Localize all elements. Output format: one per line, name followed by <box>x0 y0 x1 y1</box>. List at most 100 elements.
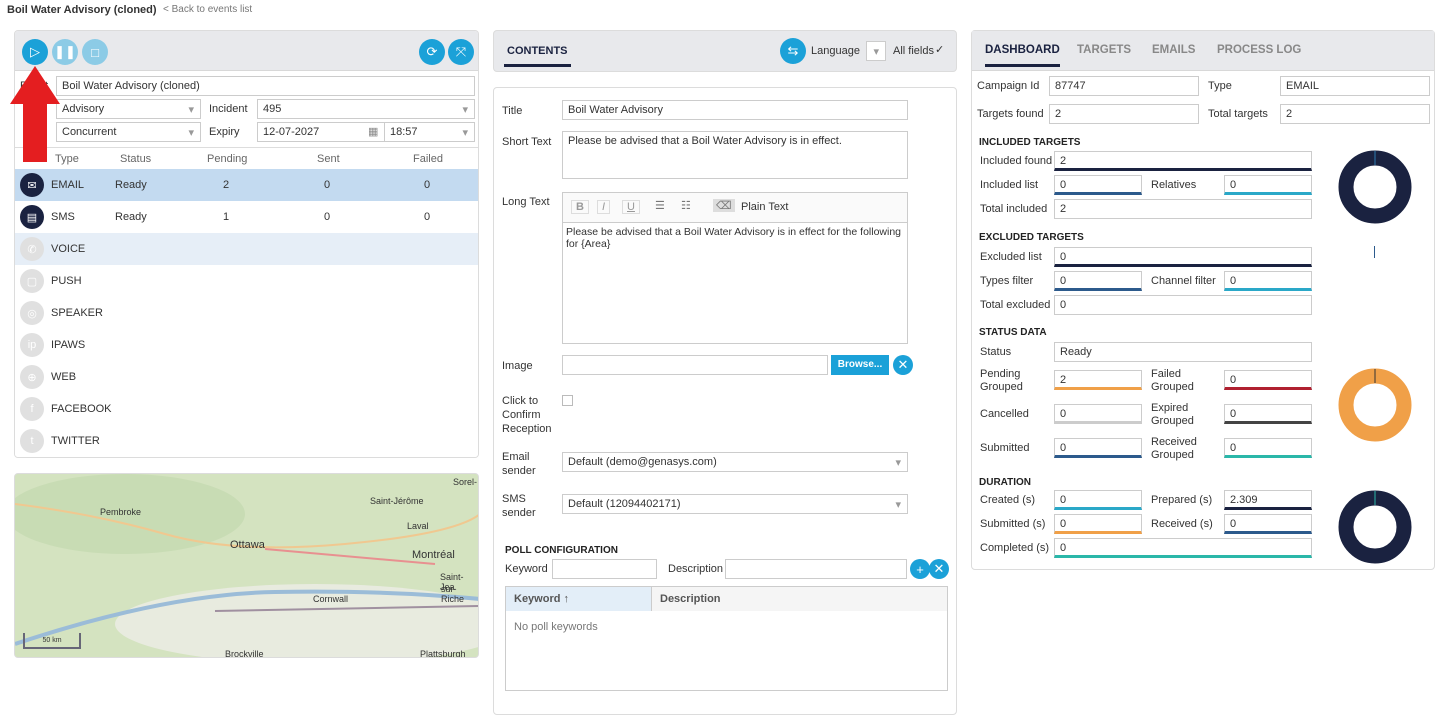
mode-select[interactable]: Concurrent <box>56 122 201 142</box>
relatives-label: Relatives <box>1151 179 1197 191</box>
refresh-button[interactable]: ⟳ <box>419 39 445 65</box>
completed-label: Completed (s) <box>980 542 1050 554</box>
keyword-input[interactable] <box>552 559 657 579</box>
channel-row[interactable]: t TWITTER <box>15 425 478 457</box>
type-select[interactable]: Advisory <box>56 99 201 119</box>
tab-dashboard[interactable]: DASHBOARD <box>985 44 1060 67</box>
poll-col-description[interactable]: Description <box>652 587 947 611</box>
expiry-label: Expiry <box>209 126 240 138</box>
italic-icon[interactable]: I <box>597 200 611 214</box>
plain-text-label[interactable]: Plain Text <box>741 201 789 213</box>
channel-row[interactable]: ⊕ WEB <box>15 361 478 393</box>
clear-image-button[interactable]: ✕ <box>893 355 913 375</box>
stop-button[interactable]: □ <box>82 39 108 65</box>
underline-icon[interactable]: U <box>622 200 640 214</box>
map-label: Sorel- <box>453 477 478 487</box>
play-button[interactable]: ▷ <box>22 39 48 65</box>
page-title: Boil Water Advisory (cloned) <box>7 4 157 16</box>
all-fields-check-icon[interactable]: ✓ <box>935 43 944 56</box>
tab-targets[interactable]: TARGETS <box>1077 44 1131 56</box>
types-filter-field: 0 <box>1054 271 1142 291</box>
tab-contents[interactable]: CONTENTS <box>504 45 571 67</box>
editor-toolbar: B I U ☰ ☷ ⌫ Plain Text <box>563 193 907 223</box>
received-grouped-field: 0 <box>1224 438 1312 458</box>
event-name-input[interactable]: Boil Water Advisory (cloned) <box>56 76 475 96</box>
dashboard-panel: DASHBOARD TARGETS EMAILS PROCESS LOG Cam… <box>971 30 1435 570</box>
all-fields-label[interactable]: All fields <box>893 45 934 57</box>
email-sender-select[interactable]: Default (demo@genasys.com) <box>562 452 908 472</box>
tab-process-log[interactable]: PROCESS LOG <box>1217 44 1301 56</box>
channel-row[interactable]: ◎ SPEAKER <box>15 297 478 329</box>
long-text-editor[interactable]: B I U ☰ ☷ ⌫ Plain Text Please be advised… <box>562 192 908 344</box>
add-keyword-button[interactable]: + <box>910 559 930 579</box>
pending-grouped-label: Pending Grouped <box>980 368 1023 393</box>
workflow-button[interactable]: ⤧ <box>448 39 474 65</box>
included-list-label: Included list <box>980 179 1039 191</box>
cancelled-label: Cancelled <box>980 408 1029 420</box>
language-select[interactable] <box>866 41 886 61</box>
confirm-checkbox[interactable] <box>562 395 573 406</box>
channel-row[interactable]: ▢ PUSH <box>15 265 478 297</box>
map[interactable]: Pembroke Saint-Jérôme Sorel- Laval Ottawa Mon… <box>14 473 479 658</box>
browse-button[interactable]: Browse... <box>831 355 889 375</box>
long-text-body[interactable]: Please be advised that a Boil Water Advi… <box>566 226 902 250</box>
channel-table-header: Type Status Pending Sent Failed <box>15 147 478 169</box>
total-targets-field: 2 <box>1280 104 1430 124</box>
channel-row[interactable]: ▤ SMS Ready 1 0 0 <box>15 201 478 233</box>
channel-row[interactable]: ip IPAWS <box>15 329 478 361</box>
sms-icon: ▤ <box>20 205 44 229</box>
description-input[interactable] <box>725 559 907 579</box>
map-label: Pembroke <box>100 507 142 517</box>
tab-emails[interactable]: EMAILS <box>1152 44 1195 56</box>
bold-icon[interactable]: B <box>571 200 589 214</box>
campaign-id-field: 87747 <box>1049 76 1199 96</box>
expiry-date-input[interactable]: 12-07-2027 <box>257 122 385 142</box>
failed-grouped-label: Failed Grouped <box>1151 368 1194 393</box>
image-input[interactable] <box>562 355 828 375</box>
cancelled-field: 0 <box>1054 404 1142 424</box>
map-scale: 50 km <box>23 633 81 649</box>
channel-name: FACEBOOK <box>51 403 112 415</box>
channel-row[interactable]: ✆ VOICE <box>15 233 478 265</box>
duration-received-field: 0 <box>1224 514 1312 534</box>
language-label: Language <box>811 45 860 57</box>
channel-name: EMAIL <box>51 179 85 191</box>
included-title: INCLUDED TARGETS <box>979 137 1081 148</box>
submitted-label: Submitted <box>980 442 1030 454</box>
channel-name: VOICE <box>51 243 86 255</box>
targets-found-label: Targets found <box>977 108 1044 120</box>
channel-name: SMS <box>51 211 75 223</box>
excluded-list-field: 0 <box>1054 247 1312 267</box>
calendar-icon[interactable]: ▦ <box>368 125 378 138</box>
status-title: STATUS DATA <box>979 327 1047 338</box>
back-link[interactable]: < Back to events list <box>163 4 252 15</box>
incident-select[interactable]: 495 <box>257 99 475 119</box>
channel-row[interactable]: ✉ EMAIL Ready 2 0 0 <box>15 169 478 201</box>
expiry-time-select[interactable]: 18:57 <box>384 122 475 142</box>
targets-found-field: 2 <box>1049 104 1199 124</box>
channel-name: SPEAKER <box>51 307 103 319</box>
contents-panel: CONTENTS ⇆ Language All fields ✓ <box>493 30 957 72</box>
clear-keyword-button[interactable]: ✕ <box>929 559 949 579</box>
channel-row[interactable]: f FACEBOOK <box>15 393 478 425</box>
title-input[interactable]: Boil Water Advisory <box>562 100 908 120</box>
speaker-icon: ◎ <box>20 301 44 325</box>
pause-button[interactable]: ❚❚ <box>52 39 78 65</box>
sms-sender-select[interactable]: Default (12094402171) <box>562 494 908 514</box>
relatives-field: 0 <box>1224 175 1312 195</box>
status-label: Status <box>980 346 1012 358</box>
types-filter-label: Types filter <box>980 275 1034 287</box>
excluded-indicator <box>1374 246 1375 258</box>
ordered-list-icon[interactable]: ☰ <box>655 199 665 212</box>
translate-button[interactable]: ⇆ <box>780 38 806 64</box>
short-text-input[interactable]: Please be advised that a Boil Water Advi… <box>562 131 908 179</box>
bullet-list-icon[interactable]: ☷ <box>681 199 691 212</box>
confirm-label: Click to Confirm Reception <box>502 395 552 435</box>
poll-title: POLL CONFIGURATION <box>505 545 618 556</box>
clear-format-icon[interactable]: ⌫ <box>713 199 735 212</box>
poll-col-keyword[interactable]: Keyword ↑ <box>506 587 652 611</box>
status-field: Ready <box>1054 342 1312 362</box>
contents-form: Title Boil Water Advisory Short Text Ple… <box>493 87 957 715</box>
facebook-icon: f <box>20 397 44 421</box>
duration-donut <box>1338 490 1412 564</box>
